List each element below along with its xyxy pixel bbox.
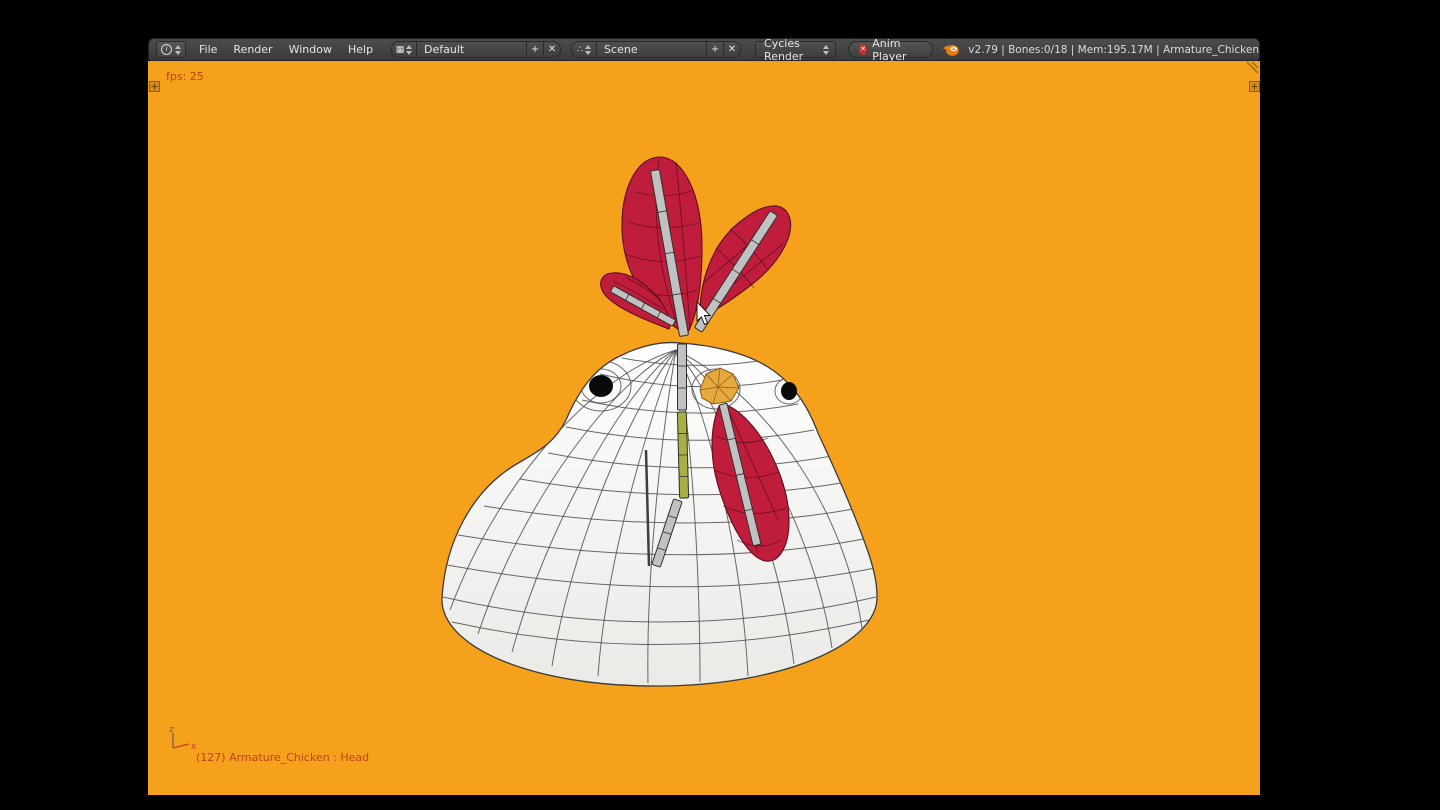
anim-player-label: Anim Player [872, 37, 922, 63]
chevron-updown-icon [823, 45, 829, 55]
menu-file[interactable]: File [191, 43, 225, 56]
mini-axis-gizmo: z x [169, 725, 197, 752]
layout-name-field[interactable]: Default [417, 41, 527, 58]
info-editor-icon: i [161, 44, 172, 55]
chevron-updown-icon [585, 45, 591, 55]
chicken-body-mesh[interactable] [442, 343, 877, 686]
comb-mesh[interactable] [601, 157, 791, 334]
chevron-updown-icon [406, 45, 412, 55]
cancel-circle-icon: ✕ [859, 44, 867, 55]
viewport-3d[interactable]: z x fps: 25 (127) Armature_Chicken : Hea… [148, 61, 1260, 795]
bone-head-selected[interactable] [677, 412, 688, 498]
menu-window[interactable]: Window [281, 43, 340, 56]
open-properties-widget[interactable] [1250, 82, 1260, 92]
scene-selector: ∴ Scene + ✕ [571, 41, 741, 58]
axis-z-label: z [169, 725, 174, 735]
layout-add-button[interactable]: + [527, 41, 544, 58]
menu-render[interactable]: Render [225, 43, 280, 56]
object-info-text: (127) Armature_Chicken : Head [196, 751, 369, 764]
render-engine-value: Cycles Render [764, 37, 823, 63]
editor-type-selector[interactable]: i [156, 41, 186, 58]
status-text: v2.79 | Bones:0/18 | Mem:195.17M | Armat… [968, 44, 1259, 56]
layout-grid-icon: ▦ [396, 45, 405, 55]
screen-layout-selector: ▦ Default + ✕ [391, 41, 561, 58]
layout-close-button[interactable]: ✕ [544, 41, 561, 58]
bone-neck[interactable] [678, 344, 687, 410]
right-eye [781, 382, 797, 400]
layout-browse-button[interactable]: ▦ [391, 41, 417, 58]
open-toolshelf-widget[interactable] [150, 82, 160, 92]
render-engine-select[interactable]: Cycles Render [755, 41, 836, 58]
scene-close-button[interactable]: ✕ [724, 41, 741, 58]
fps-indicator: fps: 25 [166, 70, 204, 83]
anim-player-button[interactable]: ✕ Anim Player [848, 41, 933, 58]
info-header-bar: i File Render Window Help ▦ Default + ✕ … [148, 38, 1260, 61]
left-eye [589, 375, 613, 397]
scene-canvas: z x [148, 61, 1260, 795]
scene-name-field[interactable]: Scene [597, 41, 707, 58]
area-corner-handle[interactable] [1247, 62, 1258, 73]
menu-help[interactable]: Help [340, 43, 381, 56]
scene-add-button[interactable]: + [707, 41, 724, 58]
scene-browse-button[interactable]: ∴ [571, 41, 597, 58]
blender-logo-icon [942, 42, 960, 57]
blender-window: i File Render Window Help ▦ Default + ✕ … [148, 38, 1260, 795]
menu-bar: File Render Window Help [191, 43, 381, 56]
scene-dots-icon: ∴ [577, 45, 583, 55]
chevron-updown-icon [175, 45, 181, 55]
